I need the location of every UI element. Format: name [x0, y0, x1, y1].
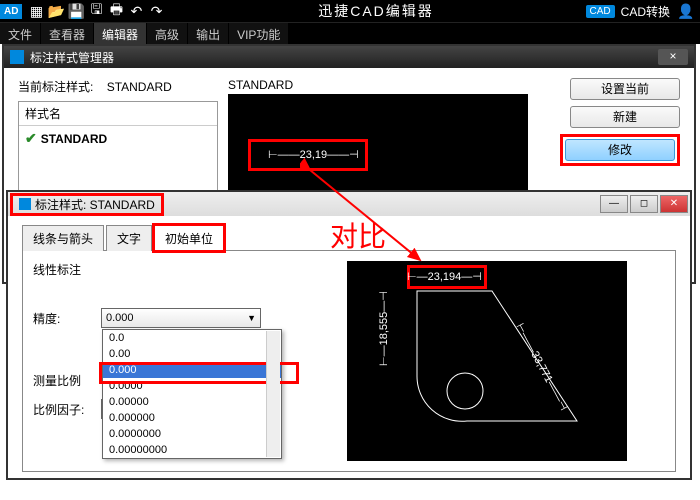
menu-bar: 文件 查看器 编辑器 高级 输出 VIP功能 — [0, 22, 700, 44]
current-style-value: STANDARD — [107, 80, 172, 94]
scale-factor-label: 比例因子: — [33, 401, 93, 418]
dialog2-titlebar: 标注样式: STANDARD — ◻ ✕ — [8, 192, 690, 216]
saveall-icon[interactable]: 🖫 — [87, 2, 105, 20]
cad-badge-icon: CAD — [586, 5, 615, 18]
dialog1-close-button[interactable]: × — [658, 49, 688, 65]
dialog2-title-highlight: 标注样式: STANDARD — [10, 193, 164, 216]
precision-dropdown[interactable]: 0.0 0.00 0.000 0.0000 0.00000 0.000000 0… — [102, 329, 282, 459]
dialog1-title: 标注样式管理器 — [30, 49, 658, 66]
tab-content: 线性标注 精度: 0.000 ▼ 0.0 0.00 0.000 0.0000 0… — [22, 251, 676, 472]
precision-option[interactable]: 0.0000 — [103, 378, 281, 394]
close-button[interactable]: ✕ — [660, 195, 688, 213]
menu-file[interactable]: 文件 — [0, 23, 40, 44]
style-list-header: 样式名 — [19, 102, 217, 126]
dialog1-icon — [10, 50, 24, 64]
tab-primary-units[interactable]: 初始单位 — [154, 225, 224, 251]
minimize-button[interactable]: — — [600, 195, 628, 213]
check-icon: ✔ — [25, 130, 37, 147]
redo-icon[interactable]: ↷ — [147, 2, 165, 20]
dim-text-1: ⊢——23,19——⊣ — [268, 148, 359, 161]
precision-combobox[interactable]: 0.000 ▼ 0.0 0.00 0.000 0.0000 0.00000 0.… — [101, 308, 261, 328]
menu-output[interactable]: 输出 — [188, 23, 228, 44]
tab-lines-arrows[interactable]: 线条与箭头 — [22, 225, 104, 251]
current-style-label: 当前标注样式: — [18, 80, 93, 94]
precision-option[interactable]: 0.0 — [103, 330, 281, 346]
new-button[interactable]: 新建 — [570, 106, 680, 128]
save-icon[interactable]: 💾 — [67, 2, 85, 20]
precision-option[interactable]: 0.00000000 — [103, 442, 281, 458]
precision-option[interactable]: 0.0000000 — [103, 426, 281, 442]
compare-annotation: 对比 — [330, 215, 386, 255]
preview-shape — [347, 261, 627, 461]
new-icon[interactable]: ▦ — [27, 2, 45, 20]
current-style-row: 当前标注样式: STANDARD — [18, 78, 218, 95]
style-list-item[interactable]: ✔ STANDARD — [19, 126, 217, 151]
dropdown-scrollbar[interactable] — [266, 331, 280, 457]
preview-label: STANDARD — [228, 78, 528, 92]
precision-option-selected[interactable]: 0.000 — [103, 362, 281, 378]
chevron-down-icon: ▼ — [247, 313, 256, 323]
preview-box-2: ⊢—23,194—⊣ ⊢—18,555—⊣ ⊢——33,771——⊣ — [347, 261, 627, 461]
menu-advanced[interactable]: 高级 — [147, 23, 187, 44]
precision-option[interactable]: 0.000000 — [103, 410, 281, 426]
app-logo: AD — [0, 4, 22, 19]
scale-section-label: 测量比例 — [33, 372, 93, 389]
modify-button-highlight: 修改 — [560, 134, 680, 166]
style-item-label: STANDARD — [41, 132, 107, 146]
cad-convert-link[interactable]: CAD转换 — [621, 3, 670, 20]
app-title: 迅捷CAD编辑器 — [166, 1, 585, 21]
dialog1-titlebar: 标注样式管理器 × — [4, 46, 694, 68]
user-icon[interactable]: 👤 — [677, 2, 695, 20]
menu-viewer[interactable]: 查看器 — [41, 23, 93, 44]
undo-icon[interactable]: ↶ — [127, 2, 145, 20]
dialog2-title: 标注样式: STANDARD — [35, 196, 155, 213]
precision-value: 0.000 — [106, 312, 134, 324]
tab-text[interactable]: 文字 — [106, 225, 152, 251]
modify-button[interactable]: 修改 — [565, 139, 675, 161]
precision-option[interactable]: 0.00 — [103, 346, 281, 362]
app-toolbar: AD ▦ 📂 💾 🖫 🖶 ↶ ↷ 迅捷CAD编辑器 CAD CAD转换 👤 — [0, 0, 700, 22]
precision-label: 精度: — [33, 310, 93, 327]
linear-dim-group-label: 线性标注 — [33, 261, 333, 278]
precision-option[interactable]: 0.00000 — [103, 394, 281, 410]
menu-vip[interactable]: VIP功能 — [229, 23, 288, 44]
dialog2-icon — [19, 198, 31, 210]
maximize-button[interactable]: ◻ — [630, 195, 658, 213]
menu-editor[interactable]: 编辑器 — [94, 23, 146, 44]
open-icon[interactable]: 📂 — [47, 2, 65, 20]
print-icon[interactable]: 🖶 — [107, 2, 125, 20]
set-current-button[interactable]: 设置当前 — [570, 78, 680, 100]
